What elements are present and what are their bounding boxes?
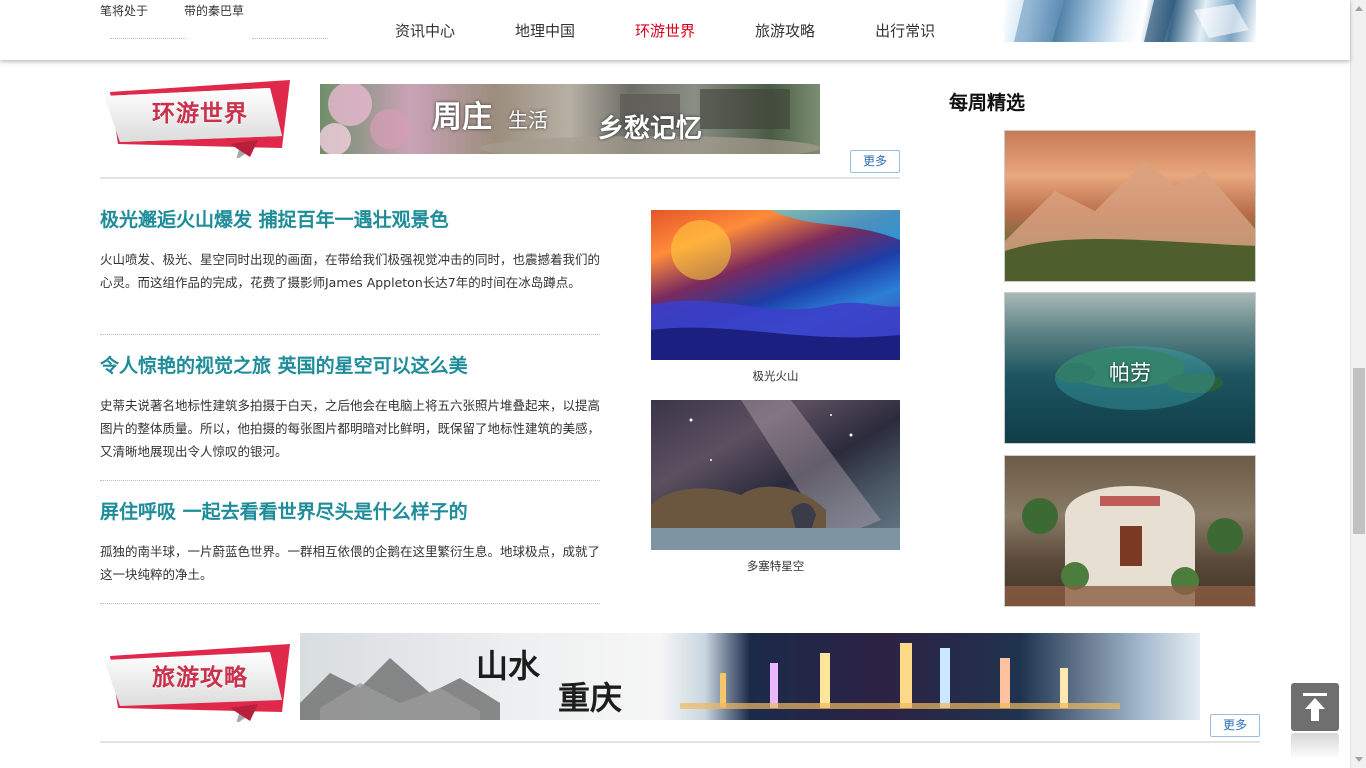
nav-item-guides[interactable]: 旅游攻略 [755, 20, 815, 41]
article-item: 屏住呼吸 一起去看看世界尽头是什么样子的 孤独的南半球，一片蔚蓝色世界。一群相互… [100, 499, 600, 610]
zhouzhuang-banner[interactable]: 周庄 生活 乡愁记忆 [320, 84, 820, 154]
banner-title-nostalgia: 乡愁记忆 [598, 114, 703, 144]
banner-scenery-graphic [320, 84, 820, 154]
main-nav: 资讯中心 地理中国 环游世界 旅游攻略 出行常识 [395, 20, 995, 41]
courtyard-graphic [1005, 486, 1255, 606]
back-to-top-reflection [1291, 733, 1339, 759]
ice-texture-graphic [1014, 0, 1249, 42]
ticker-text-2: 带的秦巴草 [184, 4, 245, 18]
ticker-divider [252, 38, 328, 39]
featured-card-label: 帕劳 [1109, 361, 1151, 385]
dorset-starry-photo[interactable] [651, 400, 900, 550]
page: 笔将处于 带的秦巴草 资讯中心 地理中国 环游世界 旅游攻略 出行常识 环游世界… [0, 0, 1366, 768]
scroll-up-arrow-icon[interactable] [1355, 6, 1363, 11]
article-title[interactable]: 极光邂逅火山爆发 捕捉百年一遇壮观景色 [100, 207, 600, 233]
banner-title-chongqing: 重庆 [558, 679, 623, 717]
aurora-graphic [651, 210, 900, 360]
section-divider [100, 177, 900, 179]
article-divider [100, 603, 600, 604]
chongqing-graphic [300, 643, 1120, 720]
article-divider [100, 480, 600, 481]
article-divider [100, 334, 600, 335]
article-summary: 火山喷发、极光、星空同时出现的画面，在带给我们极强视觉冲击的同时，也震撼着我们的… [100, 252, 600, 290]
article-item: 令人惊艳的视觉之旅 英国的星空可以这么美 史蒂夫说著名地标性建筑多拍摄于白天，之… [100, 353, 600, 464]
photo-caption: 极光火山 [752, 369, 799, 383]
top-header: 笔将处于 带的秦巴草 资讯中心 地理中国 环游世界 旅游攻略 出行常识 [0, 0, 1350, 60]
sidebar-title: 每周精选 [949, 92, 1026, 114]
section-badge-label: 旅游攻略 [152, 665, 248, 691]
article-title[interactable]: 屏住呼吸 一起去看看世界尽头是什么样子的 [100, 499, 600, 525]
aurora-volcano-photo[interactable] [651, 210, 900, 360]
featured-card-mountain[interactable] [1004, 130, 1256, 282]
nav-item-geography[interactable]: 地理中国 [515, 20, 575, 41]
article-item: 极光邂逅火山爆发 捕捉百年一遇壮观景色 火山喷发、极光、星空同时出现的画面，在带… [100, 207, 600, 318]
arrow-up-icon [1303, 693, 1327, 721]
featured-card-courtyard[interactable] [1004, 455, 1256, 607]
article-summary: 孤独的南半球，一片蔚蓝色世界。一群相互依偎的企鹅在这里繁衍生息。地球极点，成就了… [100, 544, 600, 582]
section-badge-world: 环游世界 [100, 78, 296, 158]
nav-item-world[interactable]: 环游世界 [635, 20, 695, 41]
section-badge-label: 环游世界 [152, 101, 248, 127]
milky-way-graphic [651, 400, 900, 550]
nav-item-travel-tips[interactable]: 出行常识 [875, 20, 935, 41]
scrollbar-thumb[interactable] [1353, 368, 1365, 534]
banner-title-zhouzhuang: 周庄 [432, 100, 492, 135]
more-button-guides[interactable]: 更多 [1210, 714, 1260, 737]
ticker-divider [110, 38, 186, 39]
header-ice-image[interactable] [1004, 0, 1256, 42]
chongqing-banner[interactable]: 山水 重庆 [300, 633, 1200, 720]
section-divider [100, 741, 1260, 743]
page-scrollbar[interactable] [1350, 0, 1366, 768]
more-button-world[interactable]: 更多 [850, 150, 900, 173]
featured-card-palau[interactable]: 帕劳 [1004, 292, 1256, 444]
ticker-text: 笔将处于 [100, 4, 149, 18]
article-summary: 史蒂夫说著名地标性建筑多拍摄于白天，之后他会在电脑上将五六张照片堆叠起来，以提高… [100, 398, 600, 459]
photo-caption: 多塞特星空 [746, 559, 805, 573]
nav-item-news[interactable]: 资讯中心 [395, 20, 455, 41]
section-badge-guides: 旅游攻略 [100, 642, 296, 722]
article-title[interactable]: 令人惊艳的视觉之旅 英国的星空可以这么美 [100, 353, 600, 379]
back-to-top-button[interactable] [1291, 683, 1339, 731]
banner-subtitle-life: 生活 [508, 108, 548, 132]
banner-title-landscape: 山水 [476, 647, 541, 685]
mountain-graphic [1005, 161, 1255, 281]
scroll-down-arrow-icon[interactable] [1355, 757, 1363, 762]
news-ticker[interactable]: 笔将处于 带的秦巴草 [100, 2, 330, 19]
